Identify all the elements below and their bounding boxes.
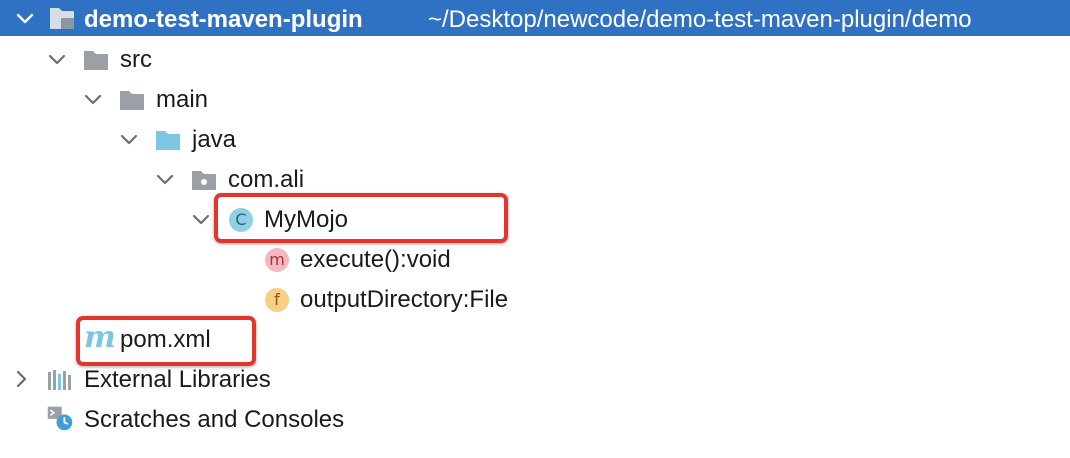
- tree-row-java[interactable]: java: [0, 120, 1070, 160]
- project-name: demo-test-maven-plugin: [84, 6, 363, 33]
- module-folder-icon: [50, 8, 74, 29]
- method-label: execute():void: [300, 246, 451, 273]
- chevron-down-icon[interactable]: [190, 208, 212, 230]
- main-label: main: [156, 86, 209, 113]
- tree-row-external-libraries[interactable]: External Libraries: [0, 360, 1070, 400]
- tree-row-project-root[interactable]: demo-test-maven-plugin ~/Desktop/newcode…: [0, 0, 1070, 36]
- field-label: outputDirectory:File: [300, 286, 509, 313]
- tree-row-class[interactable]: C MyMojo: [0, 200, 1070, 240]
- tree-row-package[interactable]: com.ali: [0, 160, 1070, 200]
- chevron-down-icon[interactable]: [118, 128, 140, 150]
- tree-row-main[interactable]: main: [0, 80, 1070, 120]
- scratches-icon: [47, 406, 73, 431]
- chevron-right-icon[interactable]: [10, 368, 32, 390]
- package-label: com.ali: [228, 166, 305, 193]
- scratches-label: Scratches and Consoles: [84, 406, 345, 433]
- external-libraries-label: External Libraries: [84, 366, 271, 393]
- highlight-box-pom: [76, 316, 256, 366]
- tree-row-method[interactable]: m execute():void: [0, 240, 1070, 280]
- source-folder-icon: [156, 131, 180, 150]
- project-path: ~/Desktop/newcode/demo-test-maven-plugin…: [428, 6, 972, 33]
- field-icon: f: [265, 288, 289, 312]
- tree-row-src[interactable]: src: [0, 40, 1070, 80]
- package-icon: [192, 171, 216, 190]
- chevron-down-icon[interactable]: [82, 88, 104, 110]
- chevron-down-icon[interactable]: [46, 48, 68, 70]
- folder-icon: [84, 51, 108, 70]
- libraries-icon: [48, 370, 71, 390]
- method-icon: m: [265, 248, 289, 272]
- chevron-down-icon[interactable]: [14, 7, 36, 29]
- highlight-box-class: [214, 193, 508, 243]
- chevron-down-icon[interactable]: [154, 168, 176, 190]
- project-tree: demo-test-maven-plugin ~/Desktop/newcode…: [0, 0, 1070, 458]
- tree-row-scratches[interactable]: Scratches and Consoles: [0, 400, 1070, 440]
- folder-icon: [120, 91, 144, 110]
- java-label: java: [192, 126, 237, 153]
- src-label: src: [120, 46, 152, 73]
- tree-row-field[interactable]: f outputDirectory:File: [0, 280, 1070, 320]
